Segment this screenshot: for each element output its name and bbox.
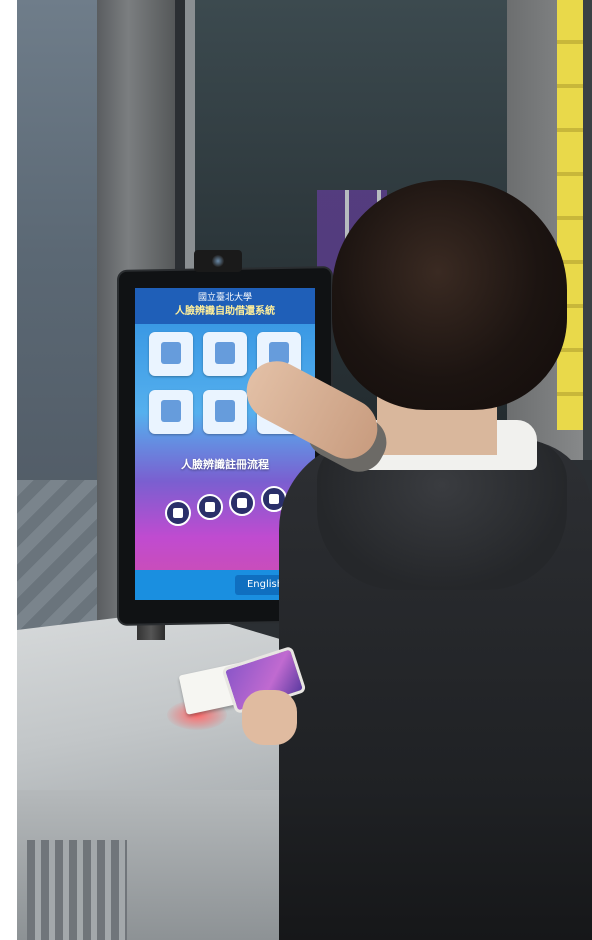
step-3-icon (229, 490, 255, 516)
school-name: 國立臺北大學 (197, 293, 252, 303)
service-tile-2[interactable] (203, 332, 247, 376)
step-1-icon (165, 500, 191, 526)
registration-banner: 人臉辨識註冊流程 (181, 458, 269, 471)
service-tile-1[interactable] (149, 332, 193, 376)
person-hand-holding-phone (242, 690, 297, 745)
webcam (194, 250, 242, 272)
system-title: 人臉辨識自助借還系統 (175, 306, 275, 317)
background-right-glass (583, 0, 592, 460)
service-tile-5[interactable] (203, 390, 247, 434)
kiosk-photo: 國立臺北大學 人臉辨識自助借還系統 人臉辨識註冊流程 English (17, 0, 592, 940)
person-hair (332, 180, 567, 410)
camera-lens-icon (212, 255, 224, 267)
counter-vents (27, 840, 127, 940)
screen-header: 國立臺北大學 人臉辨識自助借還系統 (135, 288, 315, 324)
service-tile-4[interactable] (149, 390, 193, 434)
step-2-icon (197, 494, 223, 520)
caution-tape (557, 0, 583, 430)
